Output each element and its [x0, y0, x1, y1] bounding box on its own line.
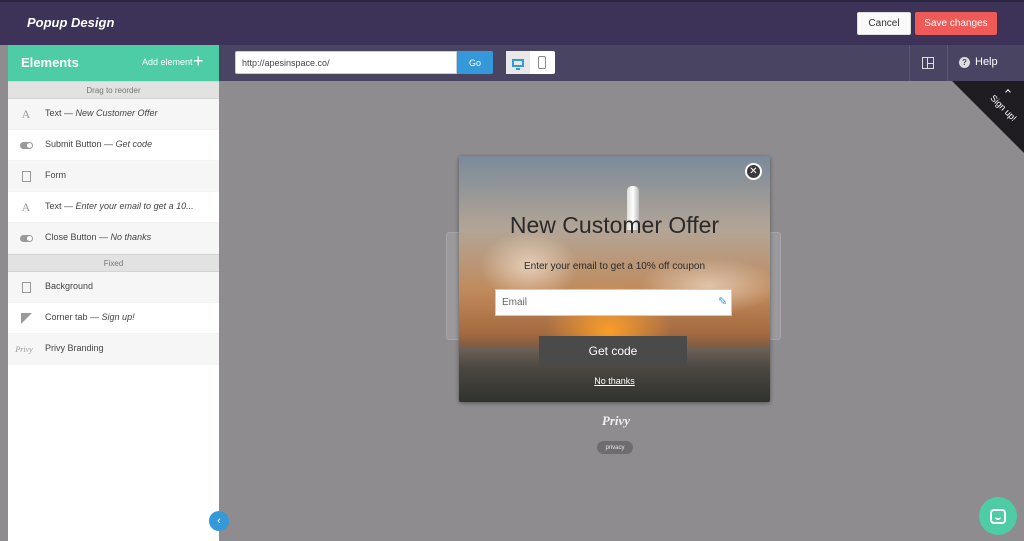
- element-item-submit-button[interactable]: Submit Button — Get code: [8, 130, 219, 161]
- divider: [947, 45, 948, 81]
- desktop-view-button[interactable]: [506, 51, 530, 74]
- element-item-text-email[interactable]: A Text — Enter your email to get a 10...: [8, 192, 219, 223]
- email-field[interactable]: Email: [495, 289, 732, 316]
- element-item-corner-tab[interactable]: Corner tab — Sign up!: [8, 303, 219, 334]
- text-icon: A: [21, 200, 31, 214]
- preview-canvas: Sign up! ✕ New Customer Offer Enter your…: [219, 81, 1024, 541]
- element-label: Form: [45, 170, 66, 180]
- device-toggle: [506, 51, 555, 74]
- popup-preview[interactable]: ✕ New Customer Offer Enter your email to…: [459, 156, 770, 402]
- mobile-icon: [538, 56, 546, 69]
- close-icon[interactable]: ✕: [745, 163, 762, 180]
- element-label: Corner tab — Sign up!: [45, 312, 135, 322]
- toggle-icon: [19, 232, 33, 245]
- edit-icon[interactable]: ✎: [718, 295, 727, 308]
- layout-icon[interactable]: [922, 57, 934, 69]
- plus-icon[interactable]: +: [193, 51, 204, 71]
- corner-tab[interactable]: Sign up!: [952, 81, 1024, 153]
- save-changes-button[interactable]: Save changes: [915, 12, 997, 35]
- section-fixed: Fixed: [8, 254, 219, 272]
- sidebar-header: Elements Add element +: [8, 45, 219, 81]
- add-element-button[interactable]: Add element: [142, 57, 193, 67]
- collapse-sidebar-button[interactable]: ‹: [209, 511, 229, 531]
- page-title: Popup Design: [27, 15, 115, 30]
- section-drag-to-reorder: Drag to reorder: [8, 81, 219, 99]
- popup-subtitle[interactable]: Enter your email to get a 10% off coupon: [459, 261, 770, 272]
- element-item-text-offer[interactable]: A Text — New Customer Offer: [8, 99, 219, 130]
- sidebar-title: Elements: [21, 55, 79, 70]
- text-icon: A: [21, 107, 31, 121]
- go-button[interactable]: Go: [457, 51, 493, 74]
- chat-button[interactable]: [979, 497, 1017, 535]
- popup-title[interactable]: New Customer Offer: [459, 212, 770, 239]
- elements-sidebar: Elements Add element + Drag to reorder A…: [8, 45, 219, 541]
- help-icon[interactable]: ?: [959, 57, 970, 68]
- url-toolbar: Go ? Help: [219, 45, 1024, 81]
- get-code-button[interactable]: Get code: [539, 336, 687, 366]
- element-item-close-button[interactable]: Close Button — No thanks: [8, 223, 219, 254]
- mobile-view-button[interactable]: [530, 51, 554, 74]
- element-label: Close Button — No thanks: [45, 232, 152, 242]
- corner-tab-icon: [19, 312, 33, 325]
- help-button[interactable]: Help: [975, 56, 998, 68]
- element-item-form[interactable]: Form: [8, 161, 219, 192]
- form-icon: [19, 170, 33, 183]
- chat-icon: [990, 508, 1006, 524]
- privacy-link[interactable]: privacy: [597, 441, 633, 454]
- element-item-privy-branding[interactable]: Privy Privy Branding: [8, 334, 219, 365]
- desktop-icon: [512, 58, 524, 70]
- top-bar: Popup Design Cancel Save changes: [0, 0, 1024, 45]
- document-icon: [19, 281, 33, 294]
- element-label: Background: [45, 281, 94, 291]
- toggle-icon: [19, 139, 33, 152]
- cancel-button[interactable]: Cancel: [857, 12, 911, 35]
- privy-icon: Privy: [15, 345, 33, 354]
- element-label: Privy Branding: [45, 343, 104, 353]
- privy-logo: Privy: [601, 413, 631, 428]
- divider: [909, 45, 910, 81]
- element-label: Text — New Customer Offer: [45, 108, 158, 118]
- url-input[interactable]: [235, 51, 457, 74]
- element-label: Text — Enter your email to get a 10...: [45, 201, 194, 211]
- element-item-background[interactable]: Background: [8, 272, 219, 303]
- no-thanks-link[interactable]: No thanks: [459, 376, 770, 386]
- element-label: Submit Button — Get code: [45, 139, 153, 149]
